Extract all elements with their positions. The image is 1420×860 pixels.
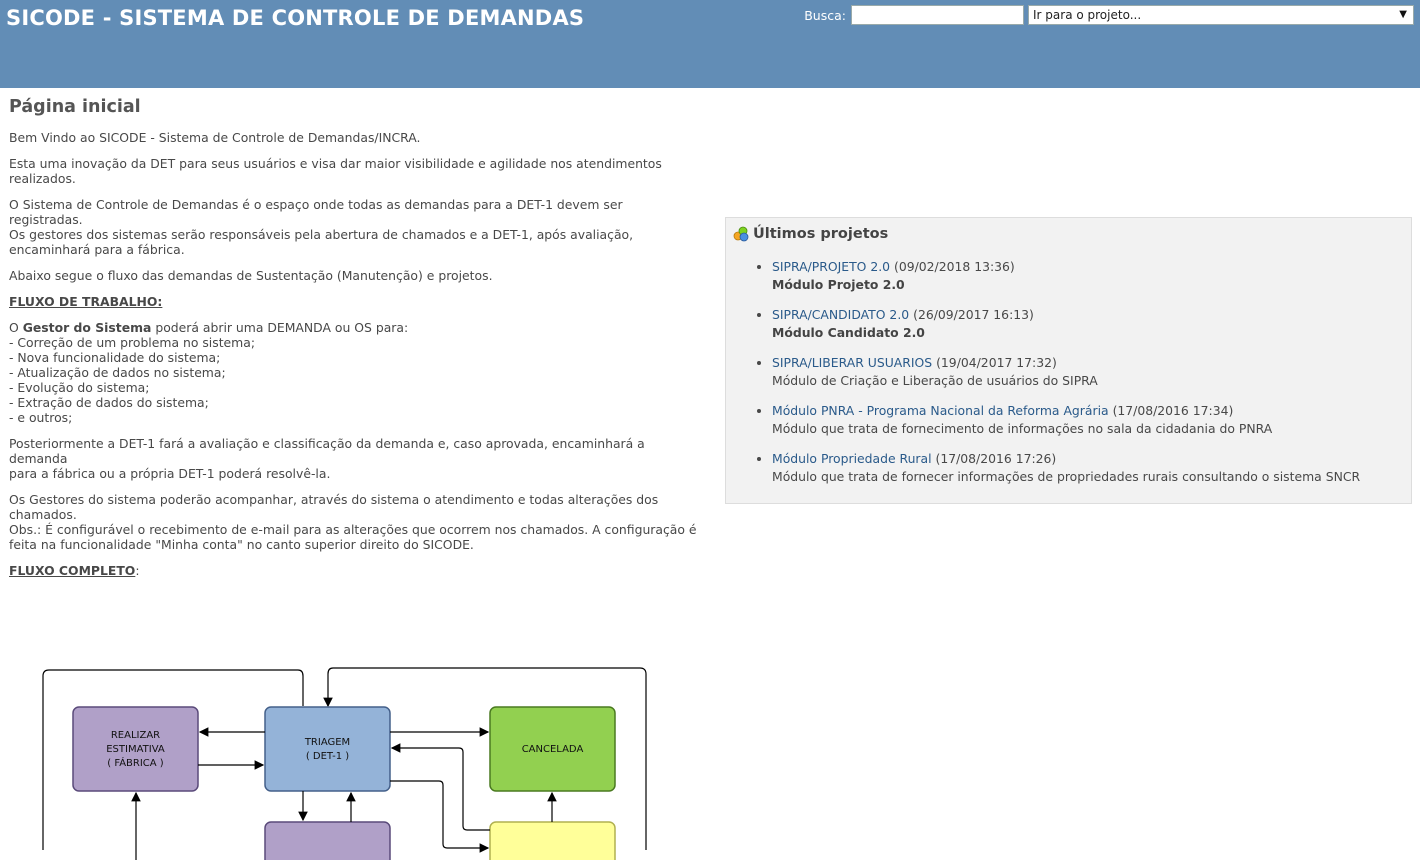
welcome-paragraph: Bem Vindo ao SICODE - Sistema de Control… <box>9 130 699 145</box>
p6b-text: para a fábrica ou a própria DET-1 poderá… <box>9 466 331 481</box>
p1-text: Bem Vindo ao SICODE - Sistema de Control… <box>9 130 421 145</box>
quick-search: Busca: Ir para o projeto... ▼ <box>804 5 1414 25</box>
arrow-triagem-yellow <box>390 780 490 853</box>
box2-l1: TRIAGEM <box>304 737 350 748</box>
project-item: Módulo PNRA - Programa Nacional da Refor… <box>772 402 1360 438</box>
list-item: - Extração de dados do sistema; <box>9 395 209 410</box>
welcome-text: Bem Vindo ao SICODE - Sistema de Control… <box>9 130 699 589</box>
fluxo-trabalho-heading: FLUXO DE TRABALHO: <box>9 294 699 309</box>
project-link[interactable]: Módulo Propriedade Rural <box>772 451 932 466</box>
box1-l2: ESTIMATIVA <box>106 744 165 755</box>
tracking-paragraph: Os Gestores do sistema poderão acompanha… <box>9 492 699 552</box>
p7c-text: Obs.: É configurável o recebimento de e-… <box>9 522 697 537</box>
fluxo-trabalho-text: FLUXO DE TRABALHO: <box>9 294 163 309</box>
box2-l2: ( DET-1 ) <box>306 751 349 762</box>
triagem-box <box>264 706 391 792</box>
projects-icon <box>733 226 749 242</box>
project-desc: Módulo Candidato 2.0 <box>772 325 925 340</box>
project-date: (26/09/2017 16:13) <box>913 307 1034 322</box>
list-item: - e outros; <box>9 410 73 425</box>
top-header: SICODE - SISTEMA DE CONTROLE DE DEMANDAS… <box>0 0 1420 88</box>
p4-text: Abaixo segue o fluxo das demandas de Sus… <box>9 268 493 283</box>
project-item: SIPRA/CANDIDATO 2.0 (26/09/2017 16:13) M… <box>772 306 1360 342</box>
page-title: Página inicial <box>9 97 141 117</box>
project-item: Módulo Propriedade Rural (17/08/2016 17:… <box>772 450 1360 486</box>
project-date: (09/02/2018 13:36) <box>894 259 1015 274</box>
search-label: Busca: <box>804 7 846 23</box>
latest-projects-box: Últimos projetos SIPRA/PROJETO 2.0 (09/0… <box>725 217 1412 504</box>
gestor-paragraph: O Gestor do Sistema poderá abrir uma DEM… <box>9 320 699 425</box>
project-date: (17/08/2016 17:34) <box>1112 403 1234 418</box>
search-input[interactable] <box>851 5 1024 25</box>
fluxo-colon: : <box>135 563 140 578</box>
p2a-text: Esta uma inovação da DET para seus usuár… <box>9 156 662 171</box>
project-jump-select[interactable]: Ir para o projeto... ▼ <box>1028 5 1414 25</box>
fluxo-completo-text: FLUXO COMPLETO <box>9 563 136 578</box>
lower-purple-box <box>264 821 391 860</box>
chevron-down-icon: ▼ <box>1399 9 1407 20</box>
list-item: - Atualização de dados no sistema; <box>9 365 226 380</box>
main-content: Página inicial Bem Vindo ao SICODE - Sis… <box>0 88 1420 860</box>
project-jump-value: Ir para o projeto... <box>1033 8 1142 22</box>
p6a-text: Posteriormente a DET-1 fará a avaliação … <box>9 436 645 466</box>
workflow-diagram: REALIZAR ESTIMATIVA ( FÁBRICA ) TRIAGEM … <box>42 667 647 860</box>
projects-list: SIPRA/PROJETO 2.0 (09/02/2018 13:36) Mód… <box>726 258 1360 498</box>
intro-paragraph: Esta uma inovação da DET para seus usuár… <box>9 156 699 186</box>
system-paragraph: O Sistema de Controle de Demandas é o es… <box>9 197 699 257</box>
p7a-text: Os Gestores do sistema poderão acompanha… <box>9 492 659 507</box>
gestor-bold: Gestor do Sistema <box>22 320 152 335</box>
project-item: SIPRA/PROJETO 2.0 (09/02/2018 13:36) Mód… <box>772 258 1360 294</box>
project-desc: Módulo que trata de fornecer informações… <box>772 469 1361 484</box>
p3c-text: encaminhará para a fábrica. <box>9 242 185 257</box>
app-title: SICODE - SISTEMA DE CONTROLE DE DEMANDAS <box>6 6 585 30</box>
project-link[interactable]: SIPRA/LIBERAR USUARIOS <box>772 355 932 370</box>
p7d-text: feita na funcionalidade "Minha conta" no… <box>9 537 474 552</box>
project-desc: Módulo que trata de fornecimento de info… <box>772 421 1273 436</box>
p7b-text: chamados. <box>9 507 77 522</box>
project-item: SIPRA/LIBERAR USUARIOS (19/04/2017 17:32… <box>772 354 1360 390</box>
project-desc: Módulo Projeto 2.0 <box>772 277 905 292</box>
lower-yellow-box <box>489 821 616 860</box>
p3a-text: O Sistema de Controle de Demandas é o es… <box>9 197 623 227</box>
evaluation-paragraph: Posteriormente a DET-1 fará a avaliação … <box>9 436 699 481</box>
project-link[interactable]: SIPRA/CANDIDATO 2.0 <box>772 307 909 322</box>
project-date: (19/04/2017 17:32) <box>936 355 1057 370</box>
box3-label: CANCELADA <box>522 744 584 755</box>
latest-projects-title: Últimos projetos <box>733 226 888 242</box>
project-link[interactable]: SIPRA/PROJETO 2.0 <box>772 259 890 274</box>
list-item: - Evolução do sistema; <box>9 380 150 395</box>
list-item: - Correção de um problema no sistema; <box>9 335 256 350</box>
list-item: - Nova funcionalidade do sistema; <box>9 350 221 365</box>
box1-l3: ( FÁBRICA ) <box>107 756 164 769</box>
flow-paragraph: Abaixo segue o fluxo das demandas de Sus… <box>9 268 699 283</box>
project-link[interactable]: Módulo PNRA - Programa Nacional da Refor… <box>772 403 1109 418</box>
project-desc: Módulo de Criação e Liberação de usuário… <box>772 373 1098 388</box>
latest-projects-title-text: Últimos projetos <box>753 226 889 242</box>
project-date: (17/08/2016 17:26) <box>935 451 1057 466</box>
p3b-text: Os gestores dos sistemas serão responsáv… <box>9 227 634 242</box>
p2b-text: realizados. <box>9 171 76 186</box>
gestor-post: poderá abrir uma DEMANDA ou OS para: <box>155 320 409 335</box>
box1-l1: REALIZAR <box>111 730 160 741</box>
arrow-yellow-triagem <box>390 743 490 831</box>
fluxo-completo-heading: FLUXO COMPLETO: <box>9 563 699 578</box>
gestor-pre: O <box>9 320 19 335</box>
